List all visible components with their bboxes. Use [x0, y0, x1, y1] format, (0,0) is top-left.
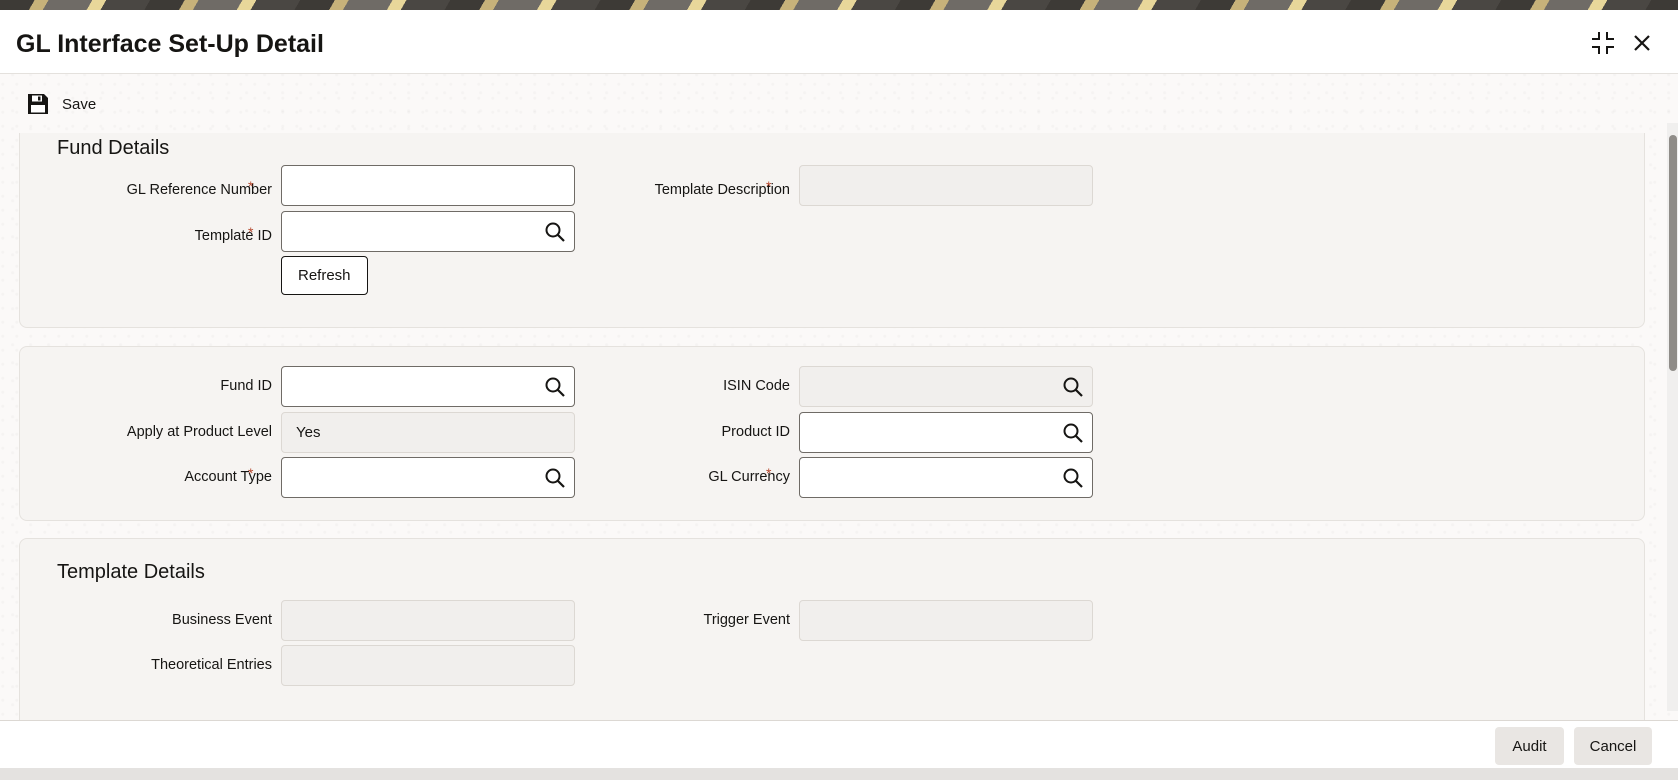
product-id-label: Product ID: [721, 424, 791, 440]
isin-code-label: ISIN Code: [723, 378, 790, 394]
trigger-event-field: [799, 600, 1093, 641]
title-bar: GL Interface Set-Up Detail: [0, 10, 1678, 74]
apply-at-product-level-label: Apply at Product Level: [126, 424, 272, 440]
audit-button[interactable]: Audit: [1495, 727, 1564, 765]
required-marker: *: [248, 465, 254, 481]
footer-bar: Audit Cancel: [0, 720, 1678, 770]
search-icon[interactable]: [544, 221, 566, 243]
page-title: GL Interface Set-Up Detail: [16, 30, 324, 58]
apply-at-product-level-field: Yes: [281, 412, 575, 453]
close-button[interactable]: [1627, 28, 1657, 58]
template-id-label: Template ID: [194, 228, 272, 244]
gl-currency-label: GL Currency: [708, 469, 790, 485]
gl-currency-input[interactable]: [814, 469, 1054, 486]
template-details-heading: Template Details: [57, 561, 205, 583]
theoretical-entries-label: Theoretical Entries: [151, 657, 272, 673]
search-icon[interactable]: [544, 467, 566, 489]
search-icon[interactable]: [1062, 422, 1084, 444]
template-id-input[interactable]: [296, 223, 536, 240]
dialog-window: GL Interface Set-Up Detail Save Fund Det…: [0, 10, 1678, 780]
toolbar: Save: [0, 84, 600, 124]
required-marker: *: [766, 465, 772, 481]
form-scroll-area: Fund Details GL Reference Number * Templ…: [0, 133, 1660, 721]
gl-reference-number-input[interactable]: [296, 177, 560, 194]
gl-currency-field[interactable]: [799, 457, 1093, 498]
vertical-scrollbar-thumb[interactable]: [1669, 135, 1677, 371]
search-icon[interactable]: [544, 376, 566, 398]
search-icon[interactable]: [1062, 376, 1084, 398]
top-decorative-banner: [0, 0, 1678, 10]
bottom-strip: [0, 768, 1678, 780]
required-marker: *: [248, 224, 254, 240]
business-event-label: Business Event: [172, 612, 272, 628]
cancel-button[interactable]: Cancel: [1574, 727, 1652, 765]
fund-details-heading: Fund Details: [57, 137, 170, 159]
refresh-button[interactable]: Refresh: [281, 256, 368, 295]
floppy-disk-icon: [28, 94, 48, 114]
product-id-input[interactable]: [814, 424, 1054, 441]
save-label: Save: [62, 95, 97, 113]
trigger-event-label: Trigger Event: [703, 612, 791, 628]
required-marker: *: [766, 178, 772, 194]
maximize-button[interactable]: [1588, 28, 1618, 58]
business-event-field: [281, 600, 575, 641]
account-type-field[interactable]: [281, 457, 575, 498]
product-id-field[interactable]: [799, 412, 1093, 453]
template-details-panel: Template Details Business Event Trigger …: [19, 538, 1645, 721]
gl-reference-number-field[interactable]: [281, 165, 575, 206]
fund-details-panel: Fund Details GL Reference Number * Templ…: [19, 133, 1645, 328]
account-type-input[interactable]: [296, 469, 536, 486]
save-button[interactable]: Save: [26, 90, 96, 118]
required-marker: *: [248, 178, 254, 194]
theoretical-entries-field: [281, 645, 575, 686]
template-description-field: [799, 165, 1093, 206]
isin-code-field: [799, 366, 1093, 407]
fund-id-input[interactable]: [296, 378, 536, 395]
fund-id-field[interactable]: [281, 366, 575, 407]
search-icon[interactable]: [1062, 467, 1084, 489]
template-id-field[interactable]: [281, 211, 575, 252]
fund-id-label: Fund ID: [220, 378, 272, 394]
account-type-label: Account Type: [184, 469, 272, 485]
close-icon: [1634, 35, 1650, 51]
fund-info-panel: Fund ID ISIN Code Apply at Product Level…: [19, 346, 1645, 521]
collapse-corners-icon: [1592, 32, 1614, 54]
